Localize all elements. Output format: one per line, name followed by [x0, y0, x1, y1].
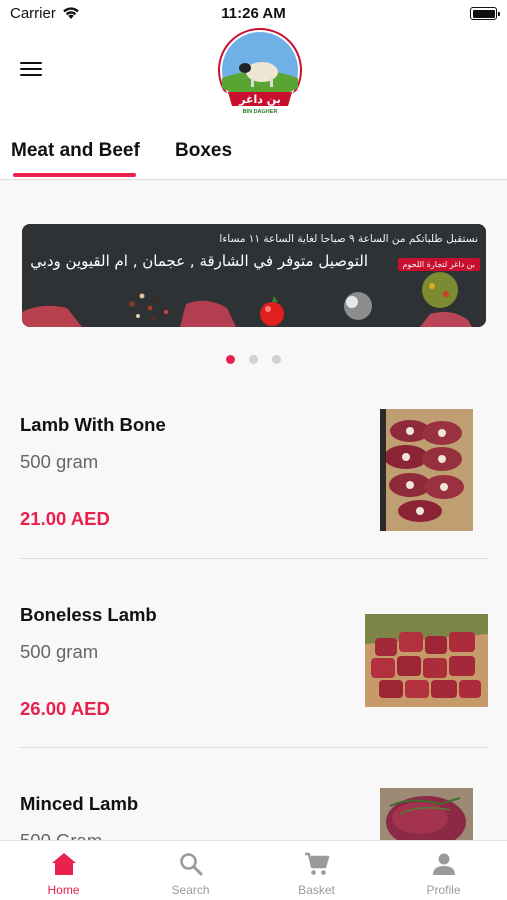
- product-name: Lamb With Bone: [20, 414, 166, 435]
- app-screen: Carrier 11:26 AM بن داغر BIN DAGHER Meat…: [0, 0, 507, 900]
- carousel-dot-1[interactable]: [225, 355, 235, 364]
- divider: [20, 747, 488, 748]
- person-icon: [432, 853, 455, 875]
- product-card[interactable]: Boneless Lamb 500 gram 26.00 AED: [20, 604, 488, 724]
- nav-profile[interactable]: Profile: [380, 841, 507, 900]
- promo-banner[interactable]: نستقبل طلباتكم من الساعة ٩ صباحا لغاية ا…: [22, 224, 486, 327]
- home-icon: [51, 853, 76, 875]
- category-tabs: Meat and Beef Boxes: [0, 118, 507, 180]
- product-image-minced-lamb: [380, 788, 473, 848]
- clock: 11:26 AM: [221, 5, 286, 22]
- product-card[interactable]: Lamb With Bone 500 gram 21.00 AED: [20, 409, 488, 534]
- cart-icon: [304, 852, 329, 875]
- brand-logo: بن داغر BIN DAGHER: [218, 28, 302, 116]
- search-icon: [179, 853, 202, 876]
- nav-basket[interactable]: Basket: [253, 841, 380, 900]
- bottom-navigation: Home Search Basket Profile: [0, 840, 507, 900]
- status-bar: Carrier 11:26 AM: [0, 0, 507, 28]
- product-weight: 500 gram: [20, 641, 99, 662]
- tab-meat-and-beef[interactable]: Meat and Beef: [11, 140, 140, 162]
- active-tab-indicator: [13, 173, 136, 177]
- hamburger-menu-button[interactable]: [20, 58, 50, 84]
- banner-delivery-text: التوصيل متوفر في الشارقة , عجمان , ام ال…: [30, 252, 368, 270]
- product-image-lamb-with-bone: [380, 409, 473, 531]
- nav-search[interactable]: Search: [127, 841, 254, 900]
- nav-home[interactable]: Home: [0, 841, 127, 900]
- battery-icon: [470, 7, 500, 20]
- carousel-dot-3[interactable]: [272, 355, 282, 364]
- product-price: 21.00 AED: [20, 508, 110, 529]
- banner-hours-text: نستقبل طلباتكم من الساعة ٩ صباحا لغاية ا…: [219, 233, 478, 245]
- tab-boxes[interactable]: Boxes: [175, 140, 232, 162]
- nav-search-label: Search: [171, 883, 210, 897]
- nav-basket-label: Basket: [298, 883, 335, 897]
- logo-arabic-text: بن داغر: [238, 93, 281, 106]
- app-header: بن داغر BIN DAGHER: [0, 28, 507, 118]
- product-name: Boneless Lamb: [20, 604, 157, 625]
- product-weight: 500 gram: [20, 451, 99, 472]
- nav-profile-label: Profile: [426, 883, 461, 897]
- carousel-indicator[interactable]: [0, 351, 507, 369]
- product-image-boneless-lamb: [365, 614, 488, 707]
- product-price: 26.00 AED: [20, 698, 110, 719]
- carousel-dot-2[interactable]: [249, 355, 258, 364]
- logo-english-text: BIN DAGHER: [243, 109, 278, 115]
- divider: [20, 558, 488, 559]
- banner-brand-tag: بن داغر لتجارة اللحوم: [397, 258, 480, 271]
- nav-home-label: Home: [47, 883, 80, 897]
- product-name: Minced Lamb: [20, 793, 139, 814]
